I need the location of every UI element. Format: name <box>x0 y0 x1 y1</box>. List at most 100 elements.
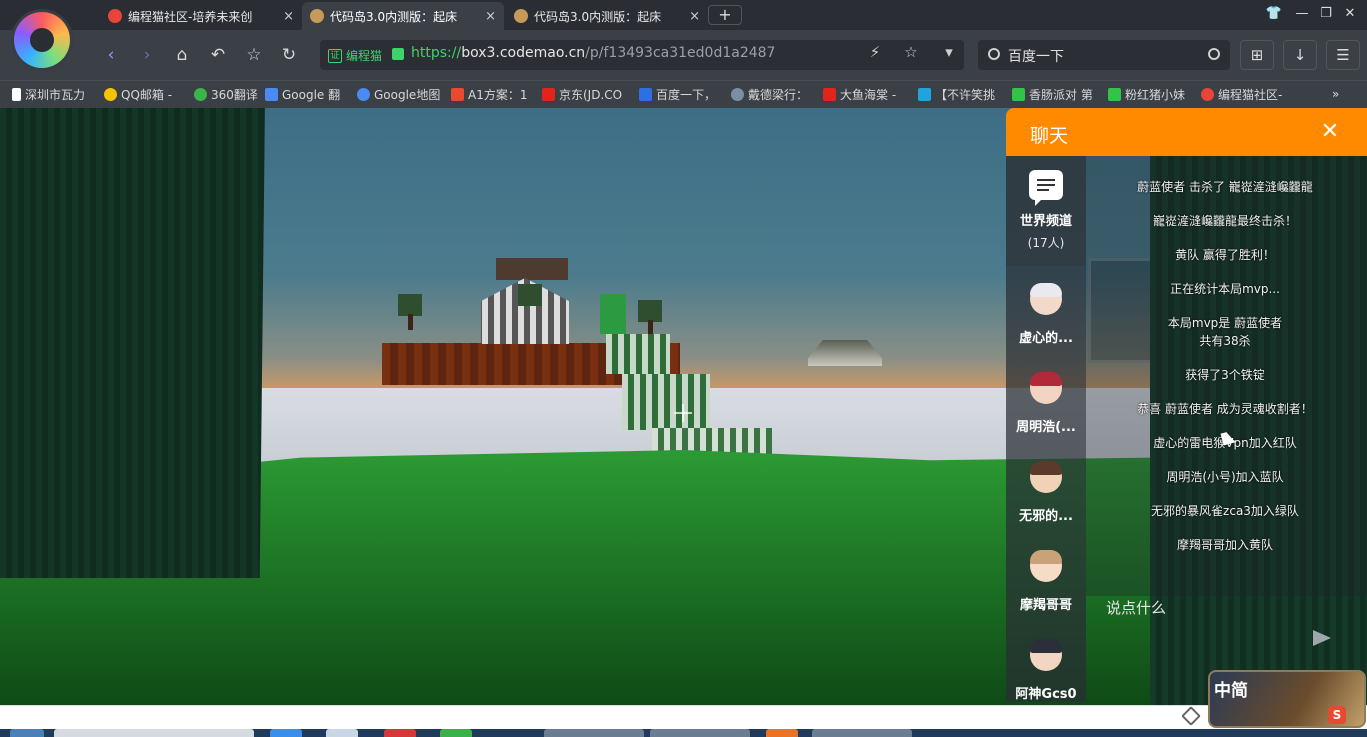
avatar-hair <box>1030 372 1062 386</box>
taskbar-app-icon[interactable] <box>270 729 302 737</box>
start-button-icon[interactable] <box>10 729 44 737</box>
codemao-favicon-icon <box>1201 87 1214 101</box>
taskbar-item[interactable] <box>650 729 750 737</box>
taskbar-app-icon[interactable] <box>384 729 416 737</box>
forward-button[interactable]: › <box>132 41 162 69</box>
address-dropdown-icon[interactable]: ▾ <box>938 43 960 61</box>
browser-logo-icon[interactable] <box>14 12 70 68</box>
baidu-icon <box>639 87 652 101</box>
game-hut-roof <box>496 258 568 280</box>
chat-message: 获得了3个铁锭 <box>1185 368 1265 382</box>
refresh-button[interactable]: ↻ <box>274 41 304 69</box>
bookmark-item[interactable]: QQ邮箱 - <box>104 85 184 103</box>
chat-message: 恭喜 蔚蓝使者 成为灵魂收割者！ <box>1137 402 1313 416</box>
game-pillar-left <box>0 108 265 578</box>
chat-message: 周明浩(小号)加入蓝队 <box>1166 470 1284 484</box>
bookmark-item[interactable]: 香肠派对 第 <box>1012 85 1098 103</box>
bookmark-item[interactable]: Google地图 <box>357 85 447 103</box>
chat-message: 本局mvp是 蔚蓝使者 共有38杀 <box>1167 316 1283 348</box>
download-button[interactable]: ↓ <box>1283 40 1317 70</box>
bookmark-item[interactable]: 京东(JD.CO <box>542 85 630 103</box>
avatar-hair <box>1030 461 1062 475</box>
new-tab-button[interactable]: + <box>708 5 742 25</box>
letv-icon <box>823 87 836 101</box>
box3-favicon-icon <box>514 9 528 23</box>
bookmark-item[interactable]: 360翻译 <box>194 85 260 103</box>
bookmark-label: 百度一下， <box>656 87 717 102</box>
bookmark-item[interactable]: 大鱼海棠 - <box>823 85 911 103</box>
bookmark-item[interactable]: 粉红猪小妹 <box>1108 85 1194 103</box>
minimize-button[interactable]: — <box>1292 5 1312 23</box>
chat-user-name: 虚心的... <box>1019 331 1073 346</box>
chat-message: 摩羯哥哥加入黄队 <box>1176 538 1273 552</box>
bookmark-label: 深圳市瓦力 <box>25 87 86 102</box>
chat-message: 正在统计本局mvp... <box>1170 282 1280 296</box>
menu-button[interactable]: ☰ <box>1326 40 1360 70</box>
lock-icon <box>392 48 404 60</box>
bilibili-icon <box>918 87 931 101</box>
site-certificate[interactable]: 证 编程猫 <box>328 47 382 64</box>
taskbar-item[interactable] <box>812 729 912 737</box>
codemao-favicon-icon <box>108 9 122 23</box>
chat-user-name: 无邪的... <box>1019 509 1073 524</box>
search-icon[interactable] <box>1208 48 1220 60</box>
chat-user-item[interactable]: 虚心的... <box>1006 283 1086 372</box>
dtz-icon <box>731 87 744 101</box>
bookmark-label: 京东(JD.CO <box>559 87 623 102</box>
url-text[interactable]: https://box3.codemao.cn/p/f13493ca31ed0d… <box>411 45 775 61</box>
bookmark-item[interactable]: A1方案：1 <box>451 85 535 103</box>
skin-icon[interactable]: 👕 <box>1264 5 1284 23</box>
taskbar-app-icon[interactable] <box>326 729 358 737</box>
taskbar-item[interactable] <box>544 729 644 737</box>
bookmark-label: 粉红猪小妹 <box>1125 87 1186 102</box>
tab-box3-second[interactable]: 代码岛3.0内测版：起床 × <box>506 2 708 30</box>
bookmark-item[interactable]: 百度一下， <box>639 85 725 103</box>
close-window-button[interactable]: ✕ <box>1340 5 1360 23</box>
bookmark-item[interactable]: 【不许笑挑 <box>918 85 1004 103</box>
game-tree <box>398 294 422 316</box>
chat-user-item[interactable]: 周明浩(... <box>1006 372 1086 461</box>
url-path: /p/f13493ca31ed0d1a2487 <box>585 45 776 61</box>
send-icon[interactable] <box>1313 630 1333 648</box>
bookmark-star-button[interactable]: ☆ <box>239 41 269 69</box>
chat-input[interactable] <box>1106 594 1356 622</box>
bookmark-item[interactable]: 戴德梁行： <box>731 85 817 103</box>
chat-input-area[interactable] <box>1106 594 1356 622</box>
chat-close-icon[interactable]: ✕ <box>1318 120 1342 144</box>
chat-message: 黄队 赢得了胜利！ <box>1175 248 1275 262</box>
cert-name: 编程猫 <box>346 49 383 63</box>
restore-button[interactable]: ❐ <box>1316 5 1336 23</box>
tab-codemao-community[interactable]: 编程猫社区-培养未来创 × <box>100 2 302 30</box>
search-box[interactable]: 百度一下 <box>978 40 1230 70</box>
tab-close-icon[interactable]: × <box>283 9 294 24</box>
apps-grid-button[interactable]: ⊞ <box>1240 40 1274 70</box>
favorite-icon[interactable]: ☆ <box>900 43 922 61</box>
chat-user-name: 周明浩(... <box>1016 420 1076 435</box>
taskbar-item[interactable] <box>54 729 254 737</box>
bookmarks-more-button[interactable]: » <box>1332 85 1352 103</box>
chat-user-item[interactable]: 无邪的... <box>1006 461 1086 550</box>
tab-title: 代码岛3.0内测版：起床 <box>534 9 662 24</box>
taskbar-app-icon[interactable] <box>440 729 472 737</box>
tab-close-icon[interactable]: × <box>689 9 700 24</box>
bookmark-item[interactable]: Google 翻 <box>265 85 349 103</box>
bookmark-item[interactable]: 深圳市瓦力 <box>12 85 96 103</box>
flash-icon[interactable]: ⚡ <box>864 43 886 61</box>
bookmark-item[interactable]: 编程猫社区- <box>1201 85 1289 103</box>
box3-favicon-icon <box>310 9 324 23</box>
undo-close-button[interactable]: ↶ <box>203 41 233 69</box>
taskbar-app-icon[interactable] <box>766 729 798 737</box>
bookmark-label: 编程猫社区- <box>1218 87 1283 102</box>
sogou-s-icon[interactable]: S <box>1328 706 1346 724</box>
iqiyi-icon <box>1012 87 1025 101</box>
chat-user-name: 摩羯哥哥 <box>1019 598 1072 613</box>
back-button[interactable]: ‹ <box>96 41 126 69</box>
home-button[interactable]: ⌂ <box>167 41 197 69</box>
game-tree <box>638 300 662 322</box>
tab-box3-active[interactable]: 代码岛3.0内测版：起床 × <box>302 2 504 30</box>
cert-icon: 证 <box>328 48 342 63</box>
tab-title: 编程猫社区-培养未来创 <box>128 9 253 24</box>
chat-user-item[interactable]: 摩羯哥哥 <box>1006 550 1086 639</box>
tab-close-icon[interactable]: × <box>485 9 496 24</box>
chat-bubble-icon <box>1029 170 1063 206</box>
